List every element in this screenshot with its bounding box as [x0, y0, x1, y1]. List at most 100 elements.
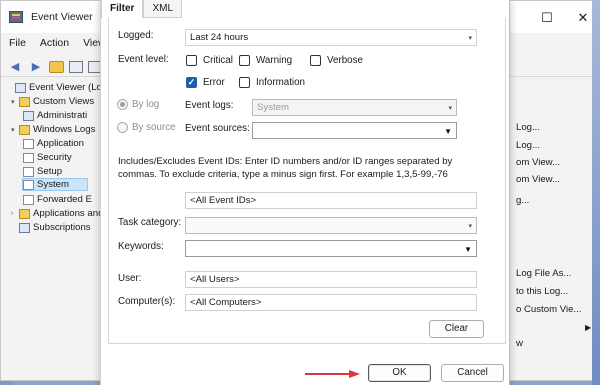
chevron-down-icon: ▾ [448, 105, 452, 112]
verbose-label: Verbose [327, 55, 363, 66]
by-source-label: By source [132, 122, 176, 133]
log-icon [23, 194, 34, 205]
verbose-checkbox[interactable]: Verbose [310, 55, 363, 66]
information-label: Information [256, 77, 306, 88]
ok-button[interactable]: OK [368, 364, 431, 382]
tree-item-application[interactable]: Application [23, 137, 84, 150]
checkbox-box[interactable] [239, 55, 250, 66]
event-ids-input[interactable]: <All Event IDs> [185, 192, 477, 209]
desktop-background-right [592, 0, 600, 385]
action-filter-custom-view[interactable]: om View... [516, 174, 560, 185]
chevron-down-icon: ▾ [468, 223, 472, 230]
chevron-down-icon: ▾ [468, 35, 472, 42]
tree-item-security[interactable]: Security [23, 151, 72, 164]
computer-icon [15, 82, 26, 93]
checkmark-icon[interactable]: ✓ [186, 77, 197, 88]
task-category-dropdown[interactable]: ▾ [185, 217, 477, 234]
tree-item-system[interactable]: System [22, 178, 88, 191]
tree-item-label: Security [37, 152, 72, 163]
radio-dot[interactable] [117, 122, 128, 133]
action-import-custom-view[interactable]: om View... [516, 157, 560, 168]
chevron-down-icon: ▼ [464, 245, 472, 254]
tree-item-label: Applications and [33, 208, 104, 219]
event-logs-label: Event logs: [185, 100, 234, 111]
red-arrow-icon [305, 370, 360, 378]
log-icon [23, 166, 34, 177]
folder-icon [19, 124, 30, 135]
user-value: <All Users> [190, 274, 240, 285]
tree-item-administrative[interactable]: Administrati [23, 109, 87, 122]
radio-dot[interactable] [117, 99, 128, 110]
action-save-custom-view[interactable]: o Custom Vie... [516, 304, 581, 315]
filter-panel: Logged: Last 24 hours ▾ Event level: Cri… [108, 18, 506, 344]
event-sources-dropdown[interactable]: ▼ [252, 122, 457, 139]
event-level-label: Event level: [118, 54, 169, 65]
tab-filter[interactable]: Filter [101, 0, 144, 18]
error-checkbox[interactable]: ✓ Error [186, 77, 225, 88]
logged-value: Last 24 hours [190, 32, 249, 43]
warning-label: Warning [256, 55, 293, 66]
dialog-tabs: Filter XML [101, 0, 183, 18]
tree-item-subscriptions[interactable]: Subscriptions [11, 221, 91, 234]
tree-item-setup[interactable]: Setup [23, 165, 62, 178]
filter-icon [23, 110, 34, 121]
action-create-custom-log[interactable]: Log... [516, 140, 540, 151]
maximize-icon[interactable]: ☐ [539, 10, 555, 26]
folder-icon [19, 96, 30, 107]
action-attach-task[interactable]: to this Log... [516, 286, 568, 297]
log-icon [23, 179, 34, 190]
close-icon[interactable]: ✕ [575, 10, 591, 26]
action-open-saved-log[interactable]: Log... [516, 122, 540, 133]
folder-icon[interactable] [49, 60, 64, 73]
event-logs-value: System [257, 102, 289, 113]
event-ids-value: <All Event IDs> [190, 195, 257, 206]
warning-checkbox[interactable]: Warning [239, 55, 292, 66]
logged-dropdown[interactable]: Last 24 hours ▾ [185, 29, 477, 46]
cancel-button[interactable]: Cancel [441, 364, 504, 382]
by-log-label: By log [132, 99, 160, 110]
action-view[interactable]: w [516, 338, 523, 349]
checkbox-box[interactable] [186, 55, 197, 66]
tree-item-label: Custom Views [33, 96, 95, 107]
menu-file[interactable]: File [9, 37, 26, 53]
subscription-icon [19, 222, 30, 233]
chevron-down-icon[interactable]: ▾ [11, 126, 19, 134]
tree-item-label: Windows Logs [33, 124, 96, 135]
keywords-label: Keywords: [118, 241, 164, 252]
chevron-down-icon[interactable]: ▾ [11, 98, 19, 106]
tree-item-custom-views[interactable]: ▾ Custom Views [11, 95, 94, 108]
critical-checkbox[interactable]: Critical [186, 55, 233, 66]
computers-input[interactable]: <All Computers> [185, 294, 477, 311]
action-save-log-file[interactable]: Log File As... [516, 268, 571, 279]
tree-item-windows-logs[interactable]: ▾ Windows Logs [11, 123, 95, 136]
tree-item-applications-and-services[interactable]: › Applications and [11, 207, 103, 220]
event-viewer-icon [9, 11, 23, 23]
by-log-radio[interactable]: By log [117, 99, 159, 110]
keywords-dropdown[interactable]: ▼ [185, 240, 477, 257]
action-clear-log[interactable]: g... [516, 195, 529, 206]
chevron-down-icon: ▼ [444, 127, 452, 136]
checkbox-box[interactable] [310, 55, 321, 66]
event-logs-dropdown[interactable]: System ▾ [252, 99, 457, 116]
computers-label: Computer(s): [118, 296, 176, 307]
chevron-right-icon[interactable]: › [11, 210, 19, 217]
forward-arrow-icon[interactable]: ▶ [28, 59, 44, 75]
clear-button[interactable]: Clear [429, 320, 484, 338]
window-title: Event Viewer [31, 11, 93, 23]
back-arrow-icon[interactable]: ◀ [7, 59, 23, 75]
folder-icon [19, 208, 30, 219]
menu-action[interactable]: Action [40, 37, 69, 53]
event-id-instructions: Includes/Excludes Event IDs: Enter ID nu… [118, 156, 453, 180]
tree-item-label: Subscriptions [33, 222, 91, 233]
chevron-right-icon[interactable]: ▶ [585, 323, 591, 332]
tab-xml[interactable]: XML [143, 0, 183, 18]
tree-item-forwarded-events[interactable]: Forwarded E [23, 193, 92, 206]
information-checkbox[interactable]: Information [239, 77, 305, 88]
filter-dialog: Filter XML Logged: Last 24 hours ▾ Event… [100, 0, 510, 385]
properties-icon[interactable] [69, 60, 83, 73]
user-input[interactable]: <All Users> [185, 271, 477, 288]
event-sources-label: Event sources: [185, 123, 250, 134]
checkbox-box[interactable] [239, 77, 250, 88]
by-source-radio[interactable]: By source [117, 122, 176, 133]
tree-item-label: System [37, 179, 69, 190]
